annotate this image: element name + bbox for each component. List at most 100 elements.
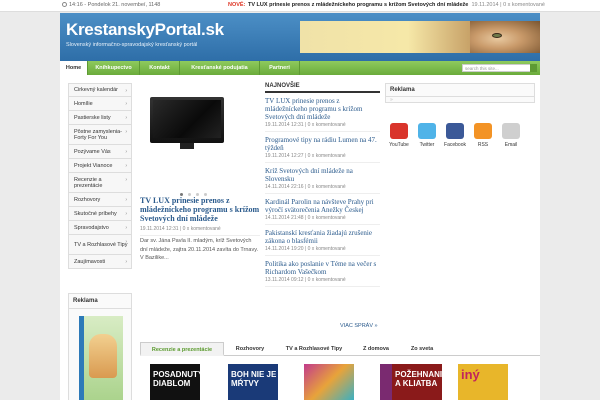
top-bar: 14:16 - Pondelok 21. novembeí, 1148 NOVÉ… (0, 0, 600, 12)
book-title: POŽEHNANIE A KLIATBA (395, 370, 442, 388)
book-cover[interactable]: POŽEHNANIE A KLIATBA (392, 364, 442, 400)
sidebar-menu: Cirkevný kalendár › Homílie › Pastierske l… (68, 83, 132, 269)
book-cover[interactable] (304, 364, 354, 400)
right-ad-bullet: » (390, 97, 393, 103)
email-icon[interactable] (502, 123, 520, 139)
tab-interviews[interactable]: Rozhovory (226, 342, 274, 356)
social-twitter[interactable]: Twitter (413, 123, 441, 148)
sidebar-item[interactable]: Pozývame Vás › (68, 145, 132, 159)
sidebar-item[interactable]: Skutočné príbehy › (68, 207, 132, 221)
ticker-title[interactable]: TV LUX prinesie prenos z mládežníckeho p… (248, 2, 468, 8)
sidebar-item[interactable]: TV a Rozhlasové Tipy › (68, 235, 132, 255)
chevron-right-icon: › (125, 177, 127, 183)
chevron-right-icon: › (125, 197, 127, 203)
news-item-meta: 13.11.2014 09:12 | 0 x komentované (265, 277, 346, 283)
news-item: Programové tipy na rádiu Lumen na 47. tý… (265, 136, 380, 163)
cover-person (89, 334, 117, 378)
site-logo[interactable]: KrestanskyPortal.sk (66, 20, 224, 40)
datetime-text: 14:16 - Pondelok 21. novembeí, 1148 (69, 2, 161, 8)
sidebar-item[interactable]: Homílie › (68, 97, 132, 111)
tab-world-news[interactable]: Zo sveta (400, 342, 444, 356)
ticker-comments[interactable]: 0 x komentované (503, 2, 545, 8)
sidebar-item-label: Rozhovory (74, 196, 101, 203)
tab-tv-radio[interactable]: TV a Rozhlasové Tipy (276, 342, 352, 356)
featured-excerpt: Dar sv. Jána Pavla II. mladým, kríž Svet… (140, 238, 259, 261)
tab-reviews[interactable]: Recenzie a prezentácie (140, 342, 224, 356)
site-slogan: Slovenský informačno-spravodajský kresťa… (66, 42, 198, 48)
news-item: Pakistanskí kresťania žiadajú zrušenie z… (265, 229, 380, 256)
chevron-right-icon: › (125, 211, 127, 217)
social-email[interactable]: Email (497, 123, 525, 148)
sidebar-item-label: TV a Rozhlasové Tipy (74, 241, 128, 248)
chevron-right-icon: › (125, 88, 127, 94)
news-item: Politika ako poslanie v Téme na večer s … (265, 260, 380, 287)
social-youtube[interactable]: YouTube (385, 123, 413, 148)
sidebar-item[interactable]: Cirkevný kalendár › (68, 83, 132, 97)
social-rss[interactable]: RSS (469, 123, 497, 148)
book-cover[interactable]: POSADNUTÝ DIABLOM (150, 364, 200, 400)
more-news-link[interactable]: VIAC SPRÁV » (340, 323, 378, 329)
sidebar-item-label: Homílie (74, 100, 93, 107)
latest-news: NAJNOVŠIE TV LUX prinesie prenos z mláde… (265, 83, 380, 291)
sidebar-item-label: Pôstne zamyslenia- Forty For You (74, 128, 122, 141)
news-item-meta: 19.11.2014 12:27 | 0 x komentované (265, 153, 346, 159)
sidebar-item[interactable]: Pôstne zamyslenia- Forty For You › (68, 125, 132, 145)
chevron-right-icon: › (125, 129, 127, 135)
youtube-icon[interactable] (390, 123, 408, 139)
tab-home-news[interactable]: Z domova (354, 342, 398, 356)
banner-eye (492, 33, 502, 38)
news-item: Kardinál Parolin na návšteve Prahy pri v… (265, 198, 380, 225)
sidebar-item[interactable]: Projekt Vianoce › (68, 159, 132, 173)
social-label: YouTube (389, 142, 409, 148)
search-input[interactable]: search this site... (462, 64, 532, 72)
news-item-title[interactable]: Pakistanskí kresťania žiadajú zrušenie z… (265, 229, 380, 245)
book-title: iný (461, 367, 480, 382)
rss-icon[interactable] (474, 123, 492, 139)
tv-screen (153, 100, 221, 138)
sidebar-item[interactable]: Zaujímavosti › (68, 255, 132, 269)
twitter-icon[interactable] (418, 123, 436, 139)
sidebar-item[interactable]: Rozhovory › (68, 193, 132, 207)
site-header: KrestanskyPortal.sk Slovenský informačno… (60, 13, 540, 61)
nav-home[interactable]: Home (60, 61, 88, 75)
social-label: Email (504, 142, 518, 148)
right-ad-title: Reklama (386, 84, 534, 97)
book-cover[interactable]: iný (458, 364, 508, 400)
news-item-meta: 19.11.2014 12:31 | 0 x komentované (265, 122, 346, 128)
featured-meta: 19.11.2014 12:31 | 0 x komentované (140, 226, 260, 236)
banner-face-image (470, 21, 540, 53)
news-item-title[interactable]: Programové tipy na rádiu Lumen na 47. tý… (265, 136, 380, 152)
chevron-right-icon: › (125, 115, 127, 121)
right-ad: Reklama » (385, 83, 535, 103)
nav-partners[interactable]: Partneri (260, 61, 300, 75)
book-title: BOH NIE JE MŔTVY (231, 370, 277, 388)
nav-christian-events[interactable]: Kresťanské podujatia (180, 61, 260, 75)
sidebar-item-label: Pastierske listy (74, 114, 111, 121)
ad-magazine-cover[interactable] (79, 316, 123, 400)
sidebar-item-label: Projekt Vianoce (74, 162, 113, 169)
featured-title[interactable]: TV LUX prinesie prenos z mládežníckeho p… (140, 196, 260, 223)
nav-contact[interactable]: Kontakt (140, 61, 180, 75)
news-item-title[interactable]: Kríž Svetových dní mládeže na Slovensku (265, 167, 380, 183)
search-icon[interactable] (530, 64, 537, 72)
current-datetime: 14:16 - Pondelok 21. novembeí, 1148 (62, 2, 160, 8)
news-item-title[interactable]: Kardinál Parolin na návšteve Prahy pri v… (265, 198, 380, 214)
book-cover[interactable]: BOH NIE JE MŔTVY (228, 364, 278, 400)
facebook-icon[interactable] (446, 123, 464, 139)
news-ticker[interactable]: TV LUX prinesie prenos z mládežníckeho p… (248, 2, 545, 8)
news-item-title[interactable]: TV LUX prinesie prenos z mládežníckeho p… (265, 97, 380, 121)
main-nav: Home Kníhkupectvo Kontakt Kresťanské pod… (60, 61, 540, 75)
book-carousel: POSADNUTÝ DIABLOM BOH NIE JE MŔTVY POŽEH… (140, 360, 540, 400)
nav-bookstore[interactable]: Kníhkupectvo (88, 61, 140, 75)
featured-slider (140, 83, 260, 201)
sidebar-item[interactable]: Recenzie a prezentácie › (68, 173, 132, 193)
sidebar-item-label: Cirkevný kalendár (74, 87, 119, 93)
social-facebook[interactable]: Facebook (441, 123, 469, 148)
sidebar-item[interactable]: Spravodajstvo › (68, 221, 132, 235)
featured-tv-image[interactable] (150, 97, 224, 149)
sidebar-item[interactable]: Pastierske listy › (68, 111, 132, 125)
chevron-right-icon: › (125, 163, 127, 169)
ticker-date: 19.11.2014 (471, 2, 499, 8)
news-item-title[interactable]: Politika ako poslanie v Téme na večer s … (265, 260, 380, 276)
chevron-right-icon: › (125, 101, 127, 107)
